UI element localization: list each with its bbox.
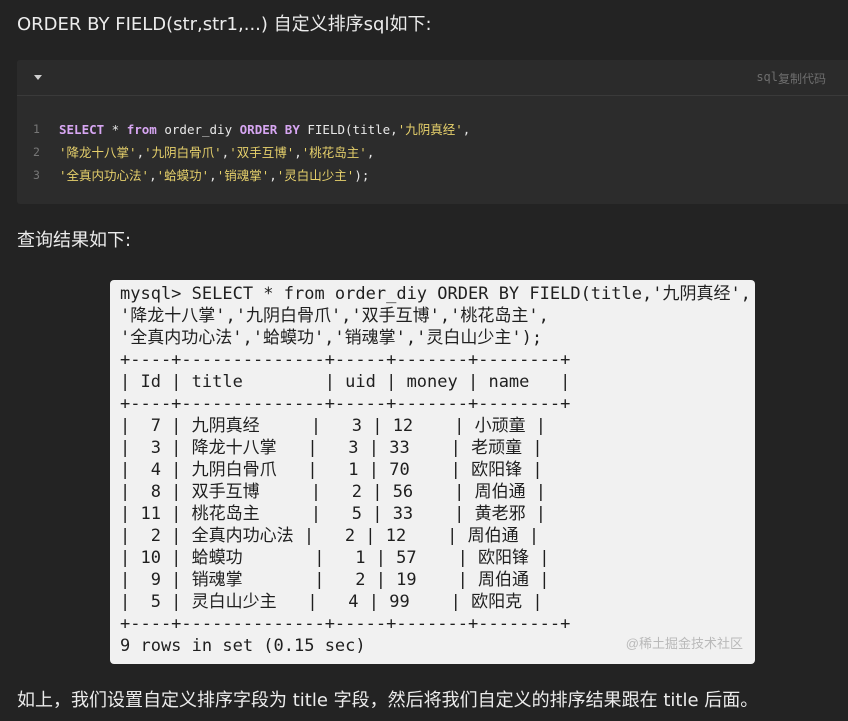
code-token: '蛤蟆功' <box>156 168 210 183</box>
code-line: 1 SELECT * from order_diy ORDER BY FIELD(… <box>17 118 848 141</box>
code-text: SELECT * from order_diy ORDER BY FIELD(t… <box>59 118 470 141</box>
code-token: ORDER BY <box>239 122 300 137</box>
terminal-screenshot: @稀土掘金技术社区 mysql> SELECT * from order_diy… <box>110 280 755 664</box>
watermark: @稀土掘金技术社区 <box>625 636 743 651</box>
code-text: '降龙十八掌','九阴白骨爪','双手互博','桃花岛主', <box>59 141 374 164</box>
code-token: FIELD(title, <box>299 122 398 137</box>
code-body: 1 SELECT * from order_diy ORDER BY FIELD(… <box>17 96 848 187</box>
code-token: , <box>269 168 277 183</box>
code-token: , <box>149 168 157 183</box>
code-token: , <box>136 145 145 160</box>
table-row: | 8 | 双手互博 | 2 | 56 | 周伯通 | <box>120 482 547 502</box>
article-page: ORDER BY FIELD(str,str1,...) 自定义排序sql如下:… <box>0 0 848 721</box>
table-row: | 3 | 降龙十八掌 | 3 | 33 | 老顽童 | <box>120 438 543 458</box>
code-token: * <box>104 122 127 137</box>
terminal-query-line: '全真内功心法','蛤蟆功','销魂掌','灵白山少主'); <box>120 328 543 348</box>
code-block: sql 复制代码 1 SELECT * from order_diy ORDER … <box>17 60 848 204</box>
table-border: +----+--------------+-----+-------+-----… <box>120 614 571 634</box>
code-token: , <box>294 145 302 160</box>
outro-paragraph: 如上，我们设置自定义排序字段为 title 字段，然后将我们自定义的排序结果跟在… <box>17 690 759 711</box>
code-text: '全真内功心法','蛤蟆功','销魂掌','灵白山少主'); <box>59 164 369 187</box>
code-token: from <box>126 122 157 137</box>
line-number: 1 <box>33 122 40 136</box>
table-border: +----+--------------+-----+-------+-----… <box>120 350 571 370</box>
copy-code-button[interactable]: 复制代码 <box>778 70 826 87</box>
code-token: '九阴白骨爪' <box>144 145 222 160</box>
code-token: '销魂掌' <box>216 168 270 183</box>
terminal-footer: 9 rows in set (0.15 sec) <box>120 636 366 656</box>
terminal-query-line: '降龙十八掌','九阴白骨爪','双手互博','桃花岛主', <box>120 306 549 326</box>
table-row: | 7 | 九阴真经 | 3 | 12 | 小顽童 | <box>120 416 547 436</box>
code-token: '全真内功心法' <box>59 168 150 183</box>
result-paragraph: 查询结果如下: <box>17 230 132 251</box>
terminal-query-line: mysql> SELECT * from order_diy ORDER BY … <box>120 284 751 304</box>
table-row: | 4 | 九阴白骨爪 | 1 | 70 | 欧阳锋 | <box>120 460 543 480</box>
table-row: | 2 | 全真内功心法 | 2 | 12 | 周伯通 | <box>120 526 540 546</box>
code-token: '降龙十八掌' <box>59 145 137 160</box>
table-border: +----+--------------+-----+-------+-----… <box>120 394 571 414</box>
code-token: '九阴真经' <box>397 122 463 137</box>
code-token: , <box>366 145 375 160</box>
collapse-caret-icon[interactable] <box>34 75 42 80</box>
table-row: | 11 | 桃花岛主 | 5 | 33 | 黄老邪 | <box>120 504 547 524</box>
code-language-label: sql <box>756 70 778 84</box>
table-row: | 5 | 灵白山少主 | 4 | 99 | 欧阳克 | <box>120 592 543 612</box>
code-token: order_diy <box>156 122 240 137</box>
code-line: 2 '降龙十八掌','九阴白骨爪','双手互博','桃花岛主', <box>17 141 848 164</box>
code-token: '灵白山少主' <box>276 168 355 183</box>
code-token: '双手互博' <box>229 145 295 160</box>
code-token: '桃花岛主' <box>301 145 367 160</box>
line-number: 2 <box>33 145 40 159</box>
code-token: SELECT <box>59 122 105 137</box>
table-header-row: | Id | title | uid | money | name | <box>120 372 571 392</box>
table-row: | 9 | 销魂掌 | 2 | 19 | 周伯通 | <box>120 570 550 590</box>
intro-paragraph: ORDER BY FIELD(str,str1,...) 自定义排序sql如下: <box>17 14 432 35</box>
table-row: | 10 | 蛤蟆功 | 1 | 57 | 欧阳锋 | <box>120 548 550 568</box>
code-block-header: sql 复制代码 <box>17 60 848 96</box>
line-number: 3 <box>33 168 40 182</box>
code-token: ); <box>354 168 370 183</box>
code-line: 3 '全真内功心法','蛤蟆功','销魂掌','灵白山少主'); <box>17 164 848 187</box>
code-token: , <box>462 122 471 137</box>
code-token: , <box>209 168 217 183</box>
